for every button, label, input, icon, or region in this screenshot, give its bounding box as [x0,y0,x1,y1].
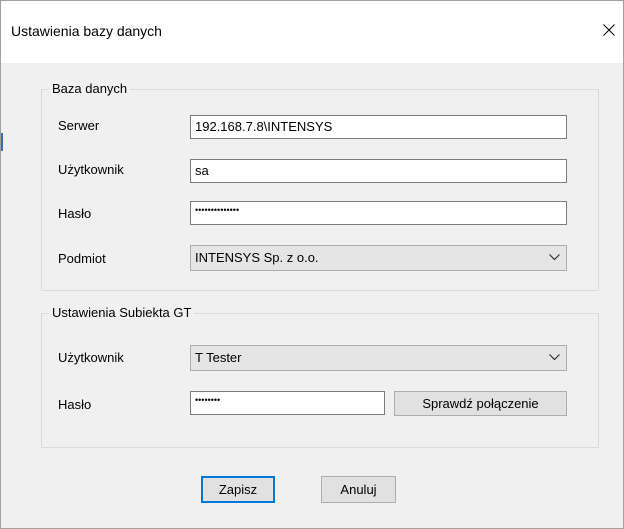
cancel-button[interactable]: Anuluj [321,476,396,503]
entity-label: Podmiot [58,251,106,266]
subiekt-user-label: Użytkownik [58,350,124,365]
subiekt-password-label: Hasło [58,397,92,412]
subiekt-group-legend: Ustawienia Subiekta GT [49,305,195,321]
db-user-input[interactable]: sa [190,159,567,183]
database-group-legend: Baza danych [49,81,131,97]
chevron-down-icon [549,254,560,261]
db-password-input[interactable]: •••••••••••••• [190,201,567,225]
server-input[interactable]: 192.168.7.8\INTENSYS [190,115,567,139]
title-bar: Ustawienia bazy danych [1,1,623,63]
subiekt-group: Ustawienia Subiekta GT Użytkownik T Test… [41,305,599,448]
subiekt-password-input[interactable]: •••••••• [190,391,385,415]
close-button[interactable] [597,17,621,45]
subiekt-user-select-value: T Tester [195,350,242,365]
test-connection-button[interactable]: Sprawdź połączenie [394,391,567,416]
close-icon [603,24,615,36]
subiekt-user-select[interactable]: T Tester [190,345,567,371]
chevron-down-icon [549,354,560,361]
db-password-label: Hasło [58,206,92,221]
dialog-window: Ustawienia bazy danych Baza danych Serwe… [0,0,624,529]
server-label: Serwer [58,118,100,133]
database-group: Baza danych Serwer 192.168.7.8\INTENSYS … [41,81,599,291]
save-button[interactable]: Zapisz [201,476,275,503]
entity-select[interactable]: INTENSYS Sp. z o.o. [190,245,567,271]
db-user-label: Użytkownik [58,162,124,177]
window-title: Ustawienia bazy danych [11,23,162,39]
window-edge-accent [1,133,3,151]
entity-select-value: INTENSYS Sp. z o.o. [195,250,319,265]
